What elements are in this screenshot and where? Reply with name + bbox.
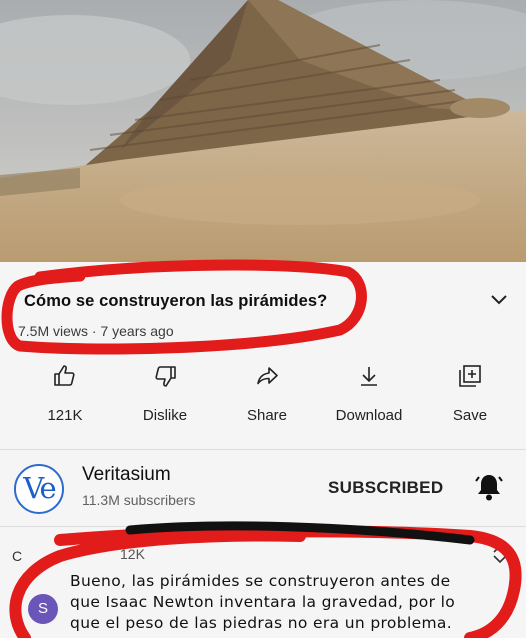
pyramid-image xyxy=(0,0,526,262)
thumbs-up-icon xyxy=(54,365,75,386)
download-label: Download xyxy=(335,407,403,424)
thumbs-down-icon xyxy=(155,366,176,387)
share-icon xyxy=(257,367,278,385)
action-bar: 121K Dislike Share Download Save xyxy=(0,354,526,440)
like-button[interactable]: 121K xyxy=(17,354,113,440)
video-thumbnail[interactable] xyxy=(0,0,526,262)
video-meta: 7.5M views · 7 years ago xyxy=(18,323,174,339)
bell-icon[interactable] xyxy=(475,472,503,502)
dislike-label: Dislike xyxy=(142,407,188,424)
expand-comments-icon[interactable] xyxy=(492,544,508,564)
channel-row: Ve Veritasium 11.3M subscribers SUBSCRIB… xyxy=(0,450,526,526)
download-button[interactable]: Download xyxy=(321,354,417,440)
channel-avatar[interactable]: Ve xyxy=(14,464,64,514)
subscriber-count: 11.3M subscribers xyxy=(82,492,196,508)
commenter-avatar[interactable]: S xyxy=(28,594,58,624)
save-icon xyxy=(459,365,481,387)
dislike-button[interactable]: Dislike xyxy=(117,354,213,440)
download-icon xyxy=(361,367,377,386)
channel-name[interactable]: Veritasium xyxy=(82,464,171,486)
comments-header: C xyxy=(12,548,23,564)
comment-count: 12K xyxy=(120,546,145,562)
video-title[interactable]: Cómo se construyeron las pirámides? xyxy=(24,292,327,311)
save-button[interactable]: Save xyxy=(422,354,518,440)
share-label: Share xyxy=(246,407,288,424)
save-label: Save xyxy=(452,407,488,424)
video-info[interactable]: Cómo se construyeron las pirámides? 7.5M… xyxy=(0,262,526,354)
chevron-down-icon[interactable] xyxy=(490,293,508,307)
comment-text: Bueno, las pirámides se construyeron ant… xyxy=(70,572,456,632)
like-count: 121K xyxy=(47,407,83,424)
subscribed-button[interactable]: SUBSCRIBED xyxy=(328,478,443,498)
comments-section[interactable]: C 12K S Bueno, las pirámides se construy… xyxy=(0,526,526,638)
share-button[interactable]: Share xyxy=(219,354,315,440)
